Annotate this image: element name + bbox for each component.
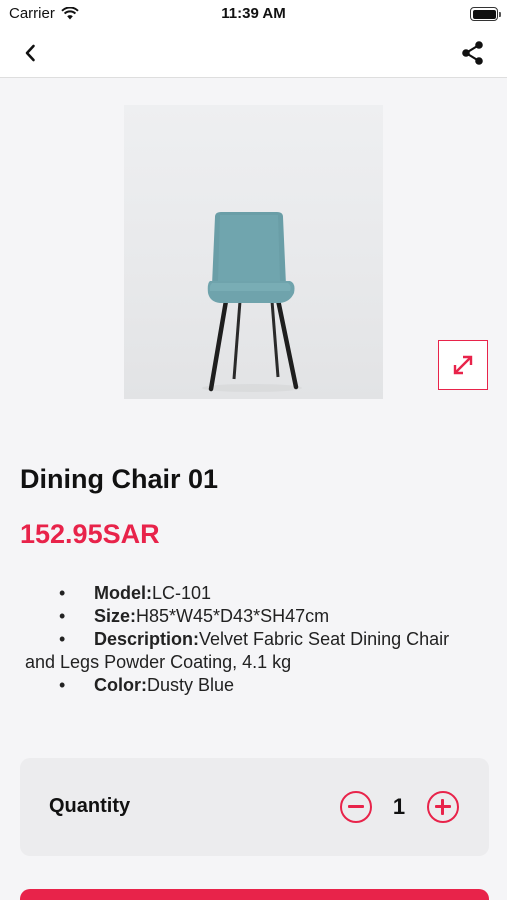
increase-quantity-button[interactable]: [427, 791, 459, 823]
product-price: 152.95SAR: [20, 519, 160, 549]
status-bar: Carrier 11:39 AM: [0, 0, 507, 28]
detail-label: Color:: [94, 675, 147, 695]
back-button[interactable]: [14, 38, 46, 68]
share-button[interactable]: [457, 37, 489, 69]
detail-row-description: • Description:Velvet Fabric Seat Dining …: [25, 628, 495, 651]
detail-value: Velvet Fabric Seat Dining Chair: [199, 629, 450, 649]
product-details-list: • Model:LC-101 • Size:H85*W45*D43*SH47cm…: [25, 582, 495, 697]
add-to-cart-button[interactable]: [20, 889, 489, 900]
detail-label: Size:: [94, 606, 137, 626]
chevron-left-icon: [25, 44, 35, 62]
chair-illustration: [202, 212, 302, 392]
detail-label: Model:: [94, 583, 152, 603]
detail-row-model: • Model:LC-101: [25, 582, 495, 605]
quantity-card: Quantity 1: [20, 758, 489, 856]
detail-row-size: • Size:H85*W45*D43*SH47cm: [25, 605, 495, 628]
detail-value: and Legs Powder Coating, 4.1 kg: [25, 652, 292, 672]
bullet: •: [59, 675, 66, 695]
nav-bar: [0, 28, 507, 78]
quantity-label: Quantity: [49, 795, 131, 817]
detail-row-color: • Color:Dusty Blue: [25, 674, 495, 697]
quantity-value: 1: [392, 794, 406, 819]
share-icon: [462, 41, 483, 65]
bullet: •: [59, 606, 66, 626]
detail-label: Description:: [94, 629, 200, 649]
bullet: •: [59, 583, 66, 603]
bullet: •: [59, 629, 66, 649]
detail-value: H85*W45*D43*SH47cm: [136, 606, 330, 626]
product-image[interactable]: [124, 105, 383, 399]
detail-value: LC-101: [152, 583, 212, 603]
detail-row-description-cont: and Legs Powder Coating, 4.1 kg: [25, 651, 495, 674]
decrease-quantity-button[interactable]: [340, 791, 372, 823]
expand-arrows-icon: [453, 355, 473, 375]
product-title: Dining Chair 01: [20, 464, 219, 494]
product-detail-screen: Carrier 11:39 AM Dining Chair 01 152.95S…: [0, 0, 507, 900]
status-time: 11:39 AM: [221, 5, 286, 22]
expand-image-button[interactable]: [438, 340, 488, 390]
detail-value: Dusty Blue: [147, 675, 235, 695]
battery-icon: [470, 7, 501, 21]
